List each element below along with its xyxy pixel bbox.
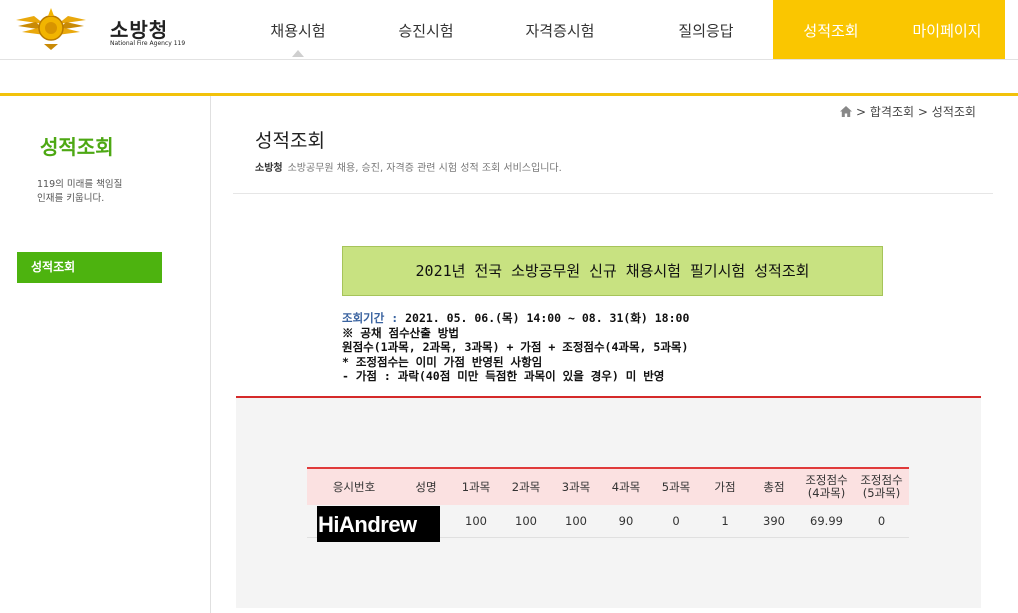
breadcrumb-separator: > — [856, 105, 867, 119]
cell-subject5: 0 — [651, 505, 701, 538]
breadcrumb-item-pass-inquiry[interactable]: 합격조회 — [870, 105, 914, 119]
col-header-subject5: 5과목 — [651, 467, 701, 505]
info-line: - 가점 : 과락(40점 미만 득점한 과목이 있을 경우) 미 반영 — [342, 369, 665, 383]
table-header-row: 응시번호 성명 1과목 2과목 3과목 4과목 5과목 가점 총점 조정점수 (… — [307, 467, 909, 505]
sidebar-title: 성적조회 — [40, 135, 114, 159]
inquiry-period-line: 조회기간 : 2021. 05. 06.(목) 14:00 ~ 08. 31(화… — [342, 311, 689, 326]
info-line: * 조정점수는 이미 가점 반영된 사항임 — [342, 354, 543, 369]
breadcrumb-item-score-inquiry[interactable]: 성적조회 — [932, 105, 976, 119]
col-header-subject4: 4과목 — [601, 467, 651, 505]
cell-subject3: 100 — [551, 505, 601, 538]
exam-title-banner: 2021년 전국 소방공무원 신규 채용시험 필기시험 성적조회 — [342, 246, 883, 296]
sidebar-item-score-inquiry[interactable]: 성적조회 — [17, 252, 162, 283]
redaction-label: HiAndrew — [317, 506, 440, 542]
heading-divider — [233, 193, 993, 194]
page-desc-text: 소방공무원 채용, 승진, 자격증 관련 시험 성적 조회 서비스입니다. — [287, 163, 562, 174]
nav-certificate-exam[interactable]: 자격증시험 — [510, 0, 610, 60]
page-description: 소방청 소방공무원 채용, 승진, 자격증 관련 시험 성적 조회 서비스입니다. — [255, 159, 562, 174]
cell-bonus: 1 — [701, 505, 749, 538]
cell-adjusted-subject5: 0 — [854, 505, 909, 538]
cell-adjusted-subject4: 69.99 — [799, 505, 854, 538]
yellow-divider — [0, 93, 1018, 96]
col-header-subject2: 2과목 — [501, 467, 551, 505]
cell-subject4: 90 — [601, 505, 651, 538]
sidebar-description: 119의 미래를 책임질 인재를 키웁니다. — [37, 178, 122, 206]
breadcrumb-separator: > — [917, 105, 928, 119]
info-line: ※ 공채 점수산출 방법 — [342, 325, 459, 340]
col-header-subject1: 1과목 — [451, 467, 501, 505]
active-nav-indicator-icon — [292, 50, 304, 57]
nav-promotion-exam[interactable]: 승진시험 — [380, 0, 472, 60]
exam-info: 조회기간 : 2021. 05. 06.(목) 14:00 ~ 08. 31(화… — [342, 311, 689, 384]
cell-subject1: 100 — [451, 505, 501, 538]
site-logo[interactable]: 소방청 National Fire Agency 119 — [14, 6, 185, 52]
info-line: 원점수(1과목, 2과목, 3과목) + 가점 + 조정점수(4과목, 5과목) — [342, 340, 689, 354]
col-header-adjusted-subject5: 조정점수 (5과목) — [854, 467, 909, 505]
nav-qna[interactable]: 질의응답 — [660, 0, 752, 60]
col-header-name: 성명 — [401, 467, 451, 505]
site-header: 소방청 National Fire Agency 119 채용시험 승진시험 자… — [0, 0, 1018, 60]
cell-total: 390 — [749, 505, 799, 538]
nav-score-inquiry[interactable]: 성적조회 — [773, 0, 889, 60]
fire-agency-emblem-icon — [16, 8, 86, 50]
col-header-subject3: 3과목 — [551, 467, 601, 505]
col-header-adjusted-subject4: 조정점수 (4과목) — [799, 467, 854, 505]
breadcrumb: > 합격조회 > 성적조회 — [840, 103, 976, 120]
col-header-bonus: 가점 — [701, 467, 749, 505]
nav-my-page[interactable]: 마이페이지 — [889, 0, 1005, 60]
page-desc-org: 소방청 — [255, 163, 283, 174]
sidebar-divider — [210, 96, 211, 613]
page-title: 성적조회 — [255, 130, 325, 152]
logo-text: 소방청 — [110, 18, 169, 42]
logo-subtitle: National Fire Agency 119 — [110, 40, 186, 47]
period-label: 조회기간 : — [342, 311, 399, 325]
cell-subject2: 100 — [501, 505, 551, 538]
sidebar-desc-line: 인재를 키웁니다. — [37, 193, 105, 204]
col-header-exam-number: 응시번호 — [307, 467, 401, 505]
col-header-total: 총점 — [749, 467, 799, 505]
home-icon[interactable] — [840, 106, 852, 117]
sidebar-desc-line: 119의 미래를 책임질 — [37, 179, 123, 190]
header-divider — [0, 59, 1018, 60]
period-value: 2021. 05. 06.(목) 14:00 ~ 08. 31(화) 18:00 — [405, 311, 690, 325]
